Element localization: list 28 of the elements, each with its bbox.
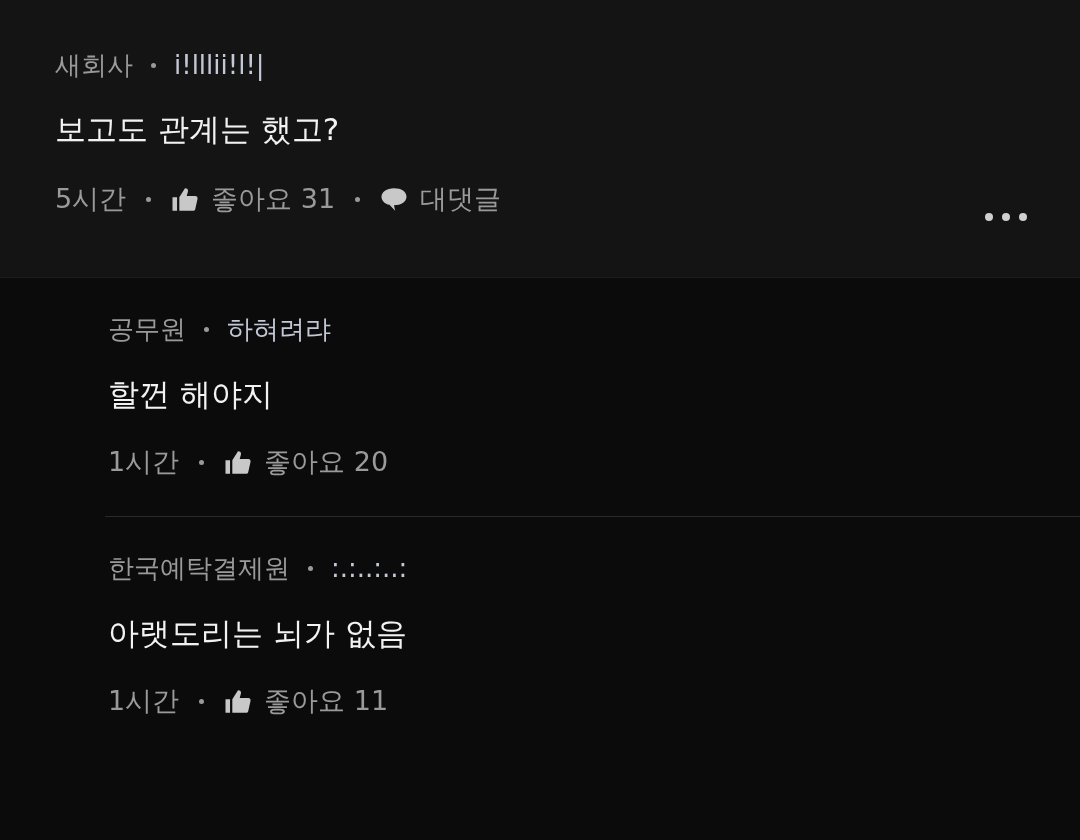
author-nickname[interactable]: 하혀려랴 [227, 311, 331, 347]
separator-dot-icon [151, 62, 156, 68]
separator-dot-icon [308, 565, 313, 571]
more-options-icon[interactable] [984, 212, 1028, 222]
author-nickname[interactable]: i!lllii!l!| [174, 50, 265, 80]
like-count[interactable]: 좋아요 31 [211, 181, 336, 217]
thumbs-up-icon[interactable] [171, 186, 200, 212]
reply-link[interactable]: 대댓글 [420, 181, 502, 217]
separator-dot-icon [204, 326, 209, 332]
thumbs-up-icon[interactable] [224, 449, 253, 475]
separator-dot-icon [199, 698, 205, 704]
time-ago: 5시간 [55, 182, 127, 216]
thumbs-up-icon[interactable] [224, 688, 253, 714]
separator-dot-icon [146, 196, 152, 202]
author-company: 공무원 [108, 312, 186, 346]
speech-bubble-icon[interactable] [380, 186, 409, 212]
like-count[interactable]: 좋아요 11 [264, 683, 389, 719]
separator-dot-icon [199, 459, 205, 465]
time-ago: 1시간 [108, 445, 180, 479]
author-company: 새회사 [55, 48, 133, 82]
time-ago: 1시간 [108, 684, 180, 718]
comment-text: 할껀 해야지 [108, 375, 274, 414]
comment-text: 보고도 관계는 했고? [55, 110, 341, 149]
comment-text: 아랫도리는 뇌가 없음 [108, 614, 408, 653]
author-nickname[interactable]: :.:..:..: [331, 553, 408, 583]
separator-dot-icon [355, 196, 361, 202]
like-count[interactable]: 좋아요 20 [264, 444, 389, 480]
author-company: 한국예탁결제원 [108, 551, 290, 585]
